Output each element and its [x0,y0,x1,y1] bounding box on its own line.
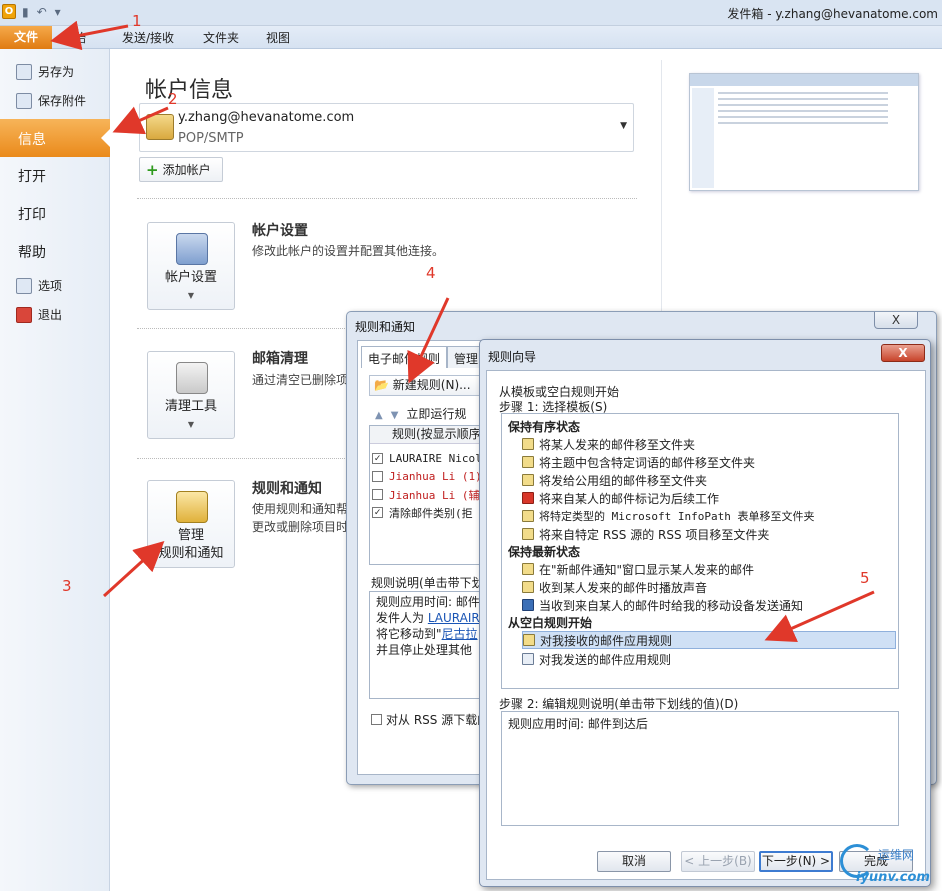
arrow-4 [407,297,450,384]
arrow-5 [764,590,875,643]
annotation-number: 4 [426,264,436,282]
arrow-1 [50,20,129,51]
annotation-arrows [50,20,875,643]
watermark-logo: 运维网 iyunv.com [838,840,942,888]
arrow-2 [112,106,169,135]
annotation-number: 3 [62,577,72,595]
arrow-3 [102,540,165,598]
annotation-number: 5 [860,569,870,587]
annotation-number: 2 [168,90,178,108]
annotation-number: 1 [132,12,142,30]
